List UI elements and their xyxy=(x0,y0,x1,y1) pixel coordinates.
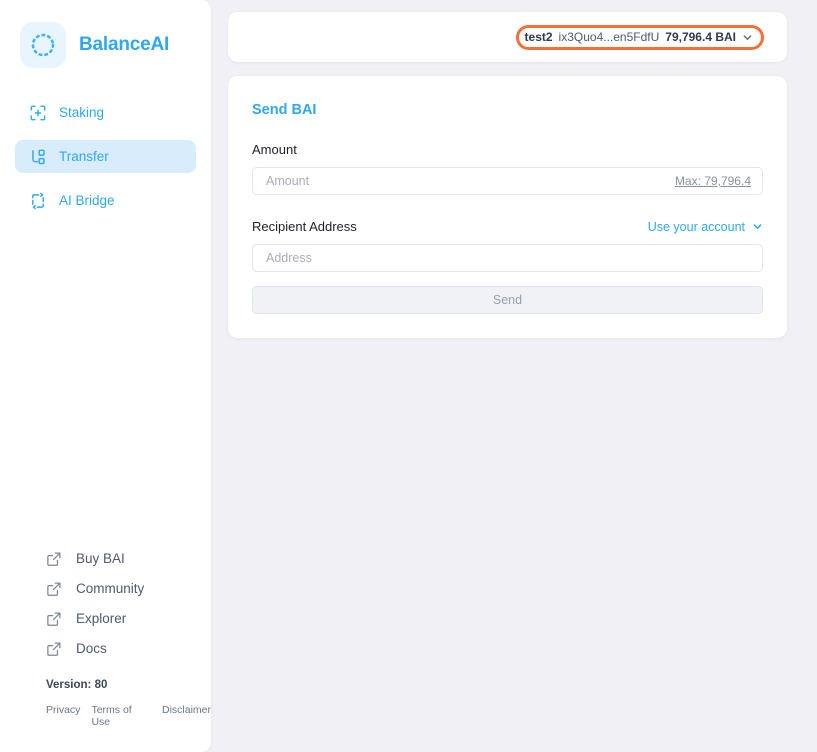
scan-plus-icon xyxy=(28,103,47,122)
sidebar-item-staking[interactable]: Staking xyxy=(15,96,196,129)
amount-input[interactable] xyxy=(264,168,665,194)
external-link-label: Explorer xyxy=(76,611,127,626)
brand-name: BalanceAI xyxy=(79,34,170,55)
refresh-cycle-icon xyxy=(28,191,47,210)
main-content: test2 ix3Quo4...en5FdfU 79,796.4 BAI Sen… xyxy=(228,0,787,338)
chevron-down-icon xyxy=(742,32,753,43)
git-branch-icon xyxy=(28,147,47,166)
address-input[interactable] xyxy=(264,245,751,271)
external-link-label: Buy BAI xyxy=(76,551,125,566)
external-link-label: Docs xyxy=(76,641,107,656)
sidebar-external-links: Buy BAI Community Explorer Docs xyxy=(0,550,211,657)
use-your-account-label: Use your account xyxy=(647,219,745,234)
legal-links: Privacy Terms of Use Disclaimer xyxy=(46,704,211,728)
topbar: test2 ix3Quo4...en5FdfU 79,796.4 BAI xyxy=(228,12,787,62)
amount-label: Amount xyxy=(252,142,297,157)
sidebar-item-transfer[interactable]: Transfer xyxy=(15,140,196,173)
sidebar-item-label: AI Bridge xyxy=(59,192,115,208)
address-input-wrapper[interactable] xyxy=(252,244,763,272)
external-link-icon xyxy=(45,580,62,597)
external-link-icon xyxy=(45,610,62,627)
amount-input-wrapper[interactable]: Max: 79,796.4 xyxy=(252,167,763,195)
external-link-community[interactable]: Community xyxy=(45,580,211,597)
account-balance: 79,796.4 BAI xyxy=(665,30,736,44)
app-root: BalanceAI Staking Transfer AI Bridge Buy… xyxy=(0,0,817,752)
max-amount-link[interactable]: Max: 79,796.4 xyxy=(675,174,751,188)
use-your-account-dropdown[interactable]: Use your account xyxy=(648,220,763,234)
account-address: ix3Quo4...en5FdfU xyxy=(558,30,660,44)
send-button[interactable]: Send xyxy=(252,286,763,314)
dashed-circle-logo-icon xyxy=(20,22,66,68)
legal-link-disclaimer[interactable]: Disclaimer xyxy=(162,704,211,728)
external-link-docs[interactable]: Docs xyxy=(45,640,211,657)
chevron-down-icon xyxy=(752,221,763,232)
sidebar-item-ai-bridge[interactable]: AI Bridge xyxy=(15,184,196,217)
brand: BalanceAI xyxy=(0,0,211,68)
sidebar-item-label: Transfer xyxy=(59,148,109,164)
legal-link-terms[interactable]: Terms of Use xyxy=(91,704,151,728)
external-link-label: Community xyxy=(76,581,145,596)
recipient-address-label: Recipient Address xyxy=(252,219,357,234)
recipient-label-row: Recipient Address Use your account xyxy=(252,219,763,234)
sidebar-nav: Staking Transfer AI Bridge xyxy=(0,96,211,217)
account-name: test2 xyxy=(524,30,553,44)
legal-link-privacy[interactable]: Privacy xyxy=(46,704,80,728)
external-link-icon xyxy=(45,550,62,567)
sidebar-item-label: Staking xyxy=(59,104,105,120)
external-link-icon xyxy=(45,640,62,657)
version-label: Version: 80 xyxy=(46,679,108,691)
send-bai-card: Send BAI Amount Max: 79,796.4 Recipient … xyxy=(228,76,787,338)
sidebar: BalanceAI Staking Transfer AI Bridge Buy… xyxy=(0,0,211,752)
page-title: Send BAI xyxy=(252,102,317,118)
external-link-buy-bai[interactable]: Buy BAI xyxy=(45,550,211,567)
account-selector[interactable]: test2 ix3Quo4...en5FdfU 79,796.4 BAI xyxy=(515,24,764,50)
external-link-explorer[interactable]: Explorer xyxy=(45,610,211,627)
